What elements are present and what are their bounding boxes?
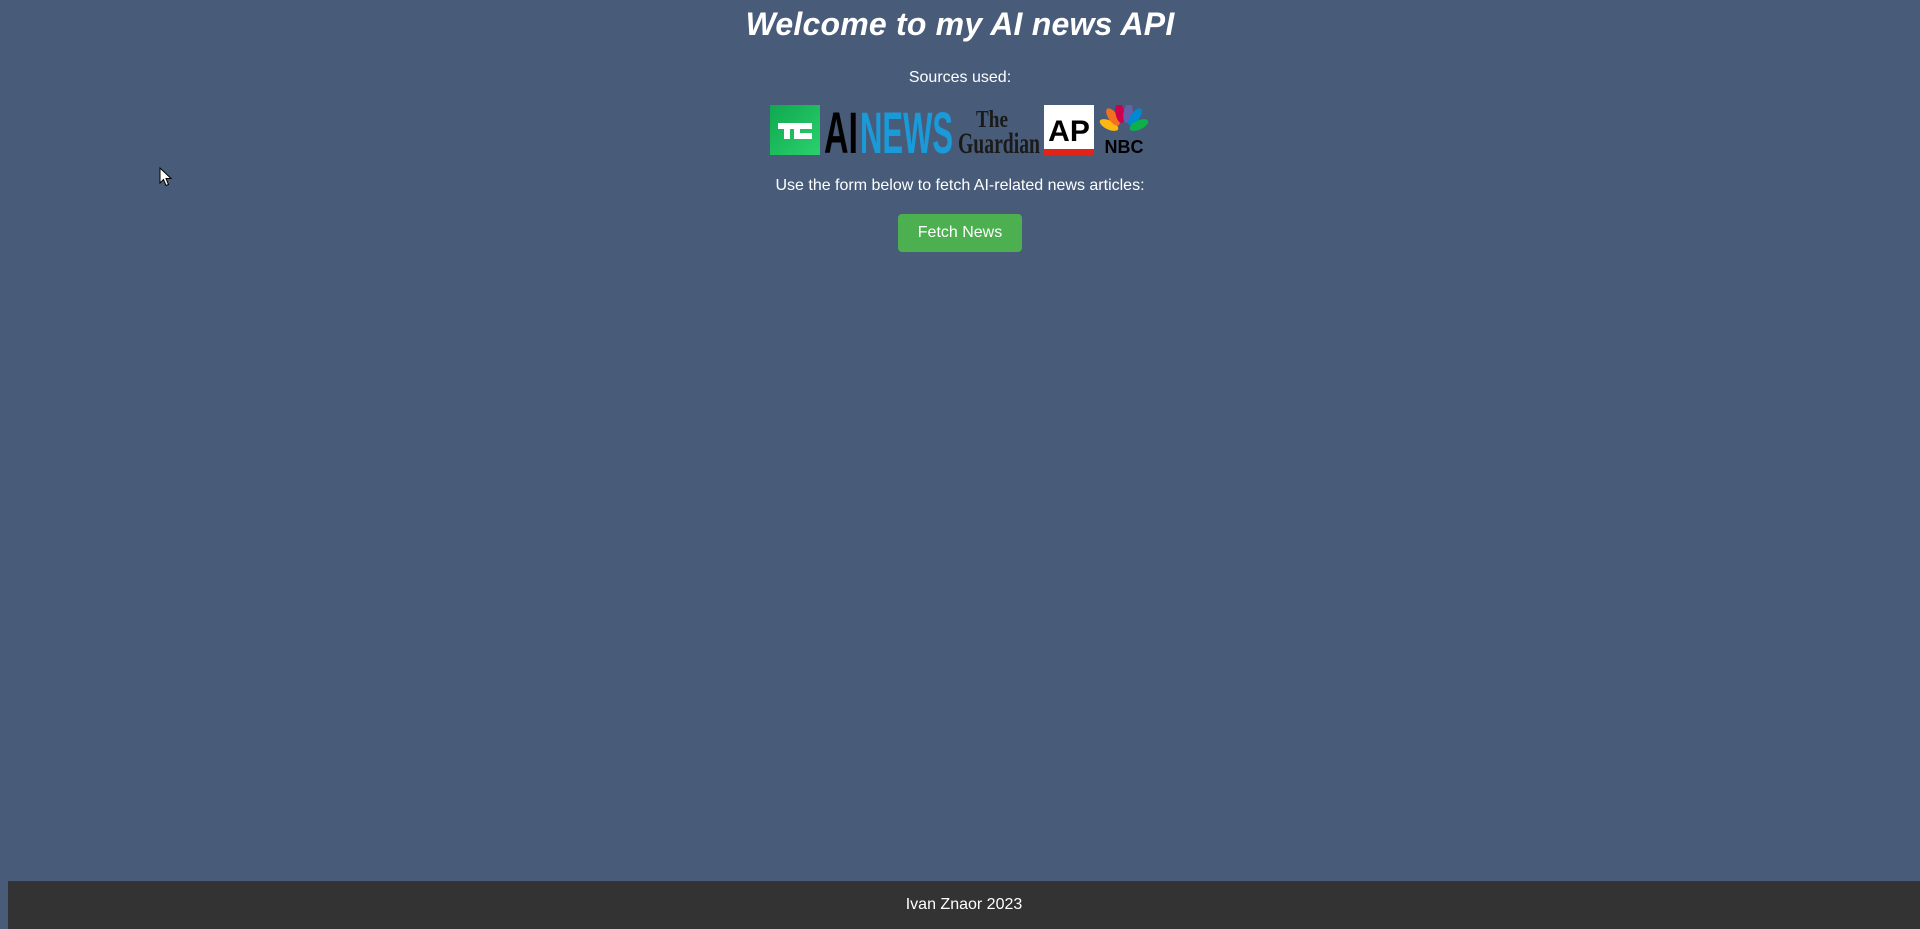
mouse-cursor-icon bbox=[159, 166, 173, 187]
source-logos: AI NEWS The Guardian AP NBC bbox=[0, 104, 1920, 156]
svg-text:Guardian: Guardian bbox=[958, 127, 1040, 155]
ap-logo-icon: AP bbox=[1044, 105, 1094, 155]
footer: Ivan Znaor 2023 bbox=[8, 881, 1920, 929]
page-title: Welcome to my AI news API bbox=[745, 6, 1175, 42]
guardian-logo-icon: The Guardian bbox=[958, 105, 1040, 155]
svg-text:AP: AP bbox=[1048, 115, 1090, 148]
sources-label: Sources used: bbox=[908, 69, 1012, 86]
fetch-news-button[interactable]: Fetch News bbox=[898, 214, 1022, 252]
ainews-logo-icon: AI NEWS bbox=[824, 105, 954, 155]
main-content: Welcome to my AI news API Sources used: bbox=[0, 0, 1920, 252]
svg-text:AI: AI bbox=[824, 105, 858, 155]
nbc-logo-icon: NBC bbox=[1098, 105, 1150, 155]
svg-text:NEWS: NEWS bbox=[860, 105, 953, 155]
page: Welcome to my AI news API Sources used: bbox=[0, 0, 1920, 929]
techcrunch-logo-icon bbox=[770, 105, 820, 155]
instructions-text: Use the form below to fetch AI-related n… bbox=[775, 177, 1145, 194]
footer-text: Ivan Znaor 2023 bbox=[905, 896, 1023, 913]
svg-text:NBC: NBC bbox=[1105, 137, 1144, 155]
